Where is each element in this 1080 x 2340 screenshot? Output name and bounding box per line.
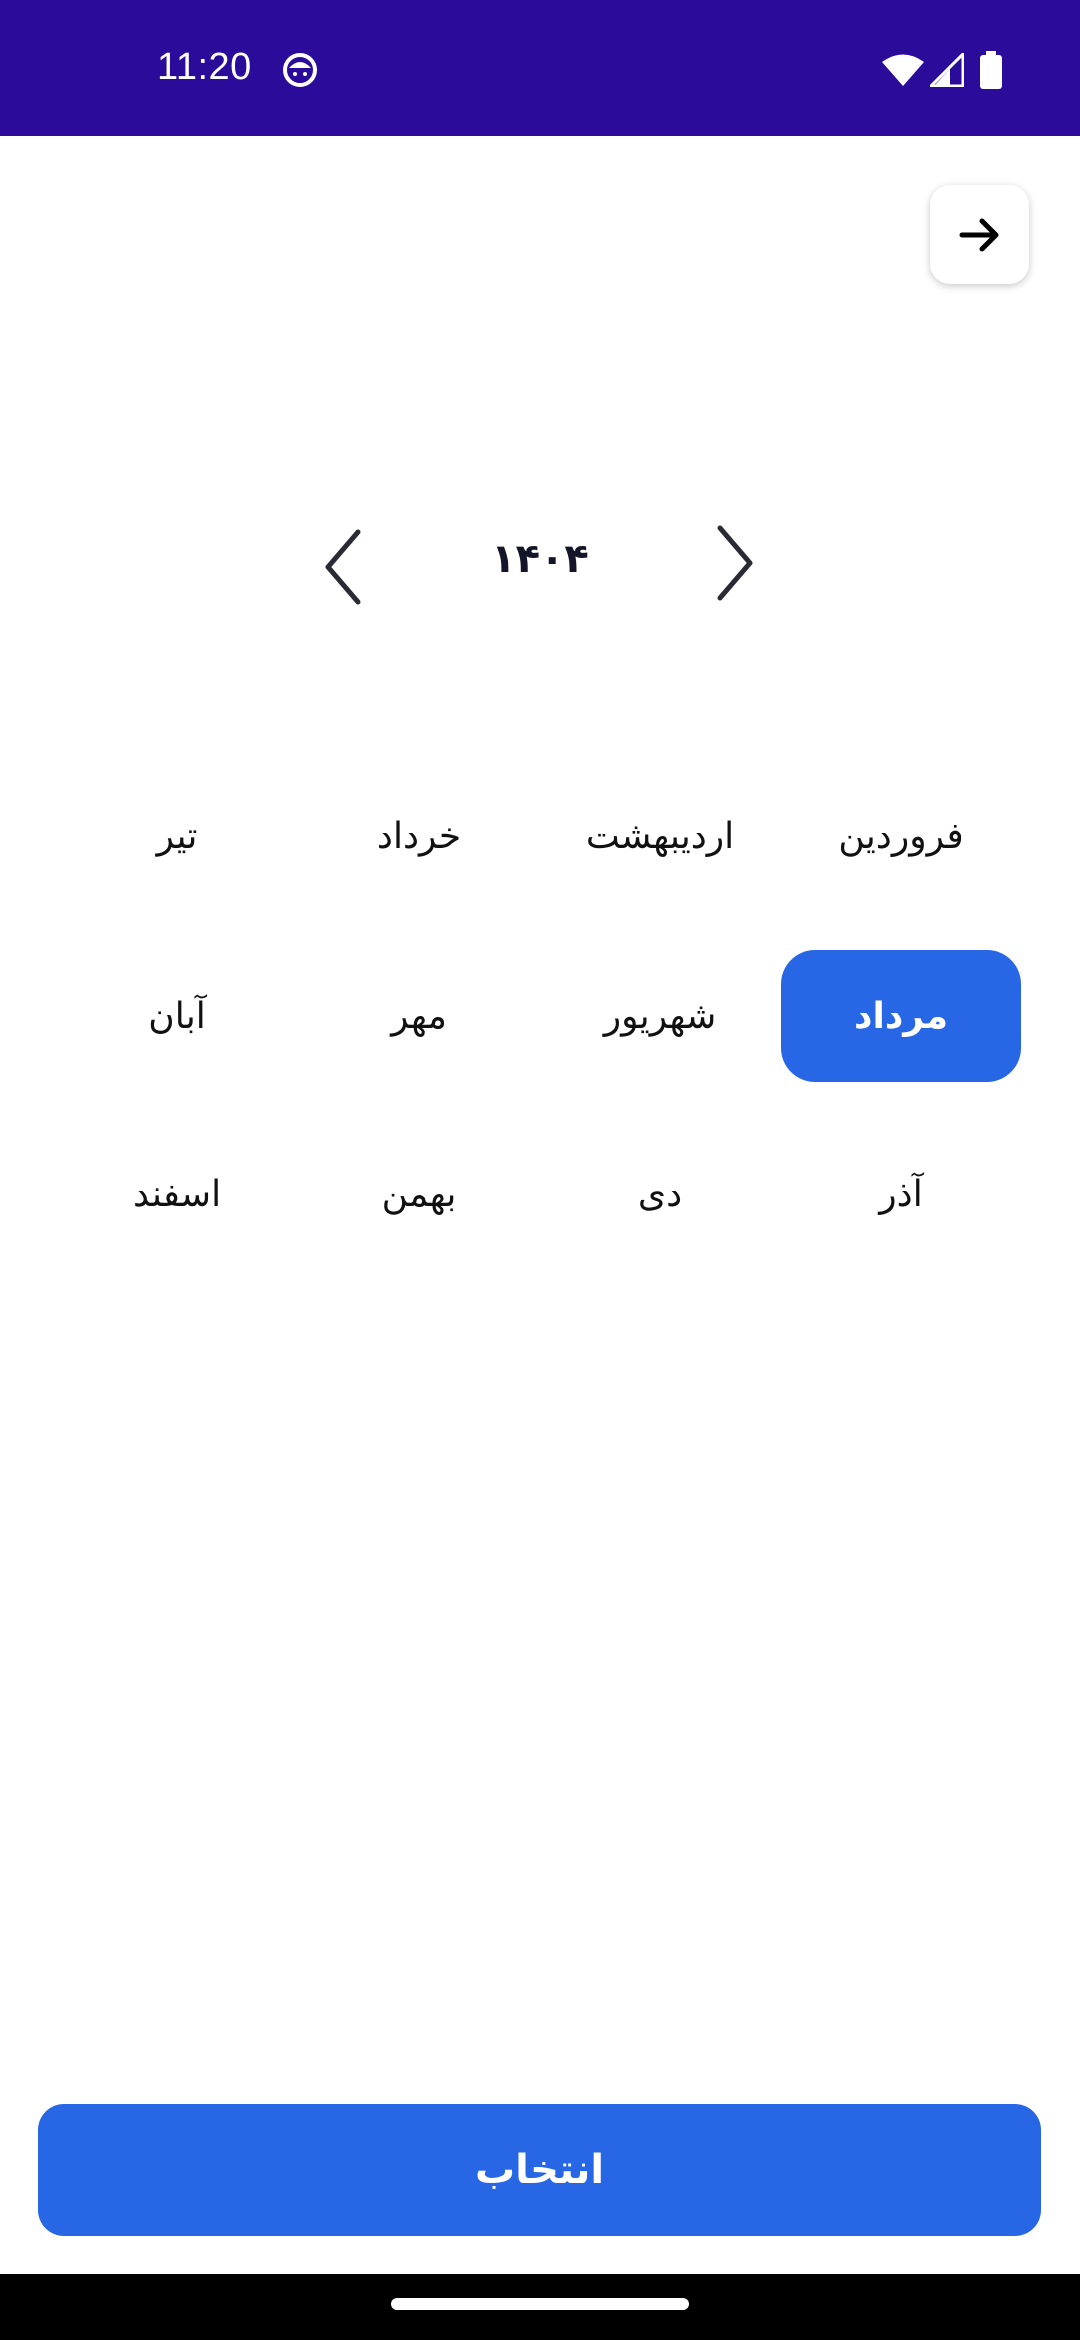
month-azar[interactable]: آذر — [781, 1128, 1021, 1260]
month-ordibehesht[interactable]: اردیبهشت — [540, 770, 780, 902]
chevron-left-icon — [325, 529, 361, 605]
month-khordad[interactable]: خرداد — [299, 770, 539, 902]
month-mordad[interactable]: مرداد — [781, 950, 1021, 1082]
select-button[interactable]: انتخاب — [38, 2104, 1041, 2236]
month-tir[interactable]: تیر — [57, 770, 297, 902]
month-dey[interactable]: دی — [540, 1128, 780, 1260]
arrow-right-icon — [959, 218, 998, 251]
previous-year-button[interactable] — [318, 528, 370, 606]
signal-icon — [930, 53, 964, 87]
month-bahman[interactable]: بهمن — [299, 1128, 539, 1260]
month-mehr[interactable]: مهر — [299, 950, 539, 1082]
month-grid: فروردین اردیبهشت خرداد تیر مرداد شهریور … — [0, 0, 1080, 2340]
status-time: 11:20 — [157, 46, 252, 88]
wifi-icon — [882, 54, 924, 86]
month-shahrivar[interactable]: شهریور — [540, 950, 780, 1082]
month-aban[interactable]: آبان — [57, 950, 297, 1082]
month-esfand[interactable]: اسفند — [57, 1128, 297, 1260]
battery-icon — [980, 51, 1002, 89]
year-label: ۱۴۰۴ — [491, 536, 589, 582]
next-year-button[interactable] — [708, 524, 760, 602]
home-indicator[interactable] — [391, 2298, 689, 2310]
status-bar: 11:20 — [0, 0, 1080, 136]
back-button[interactable] — [930, 185, 1029, 284]
chevron-right-icon — [717, 525, 753, 601]
app-notification-icon — [283, 53, 317, 87]
month-farvardin[interactable]: فروردین — [781, 770, 1021, 902]
